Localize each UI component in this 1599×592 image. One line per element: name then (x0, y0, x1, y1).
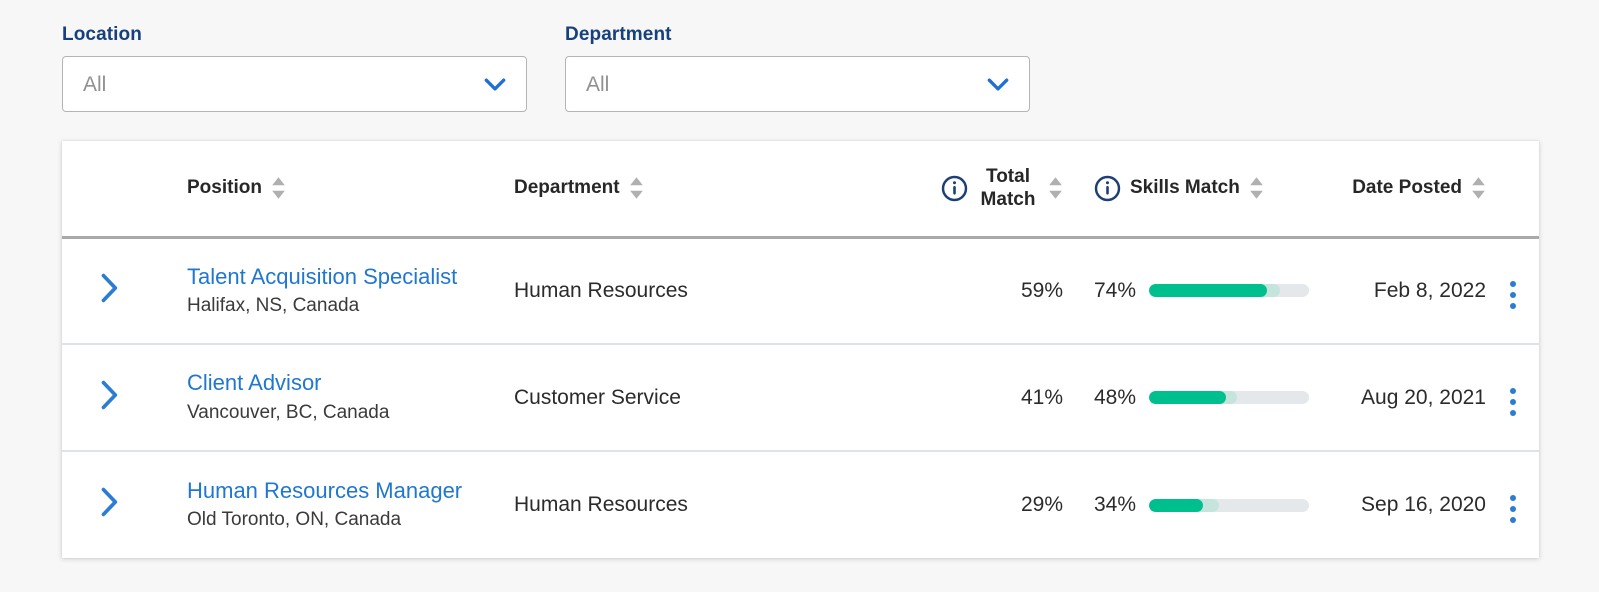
skills-match-progress-bar (1149, 498, 1310, 512)
skills-match-value: 34% (1094, 493, 1137, 516)
position-link[interactable]: Talent Acquisition Specialist (187, 264, 514, 290)
row-date-posted-cell: Aug 20, 2021 (1314, 344, 1486, 452)
table-header: Position Department Total Match Skills M… (62, 141, 1539, 239)
filter-group-location: Location All (62, 24, 527, 112)
skills-match-value: 74% (1094, 278, 1137, 302)
row-date-posted-cell: Sep 16, 2020 (1361, 493, 1486, 516)
row-expand-cell[interactable] (62, 344, 156, 452)
row-total-match-cell: 41% (886, 344, 1082, 452)
row-department-cell: Human Resources (514, 237, 886, 345)
row-department-cell: Customer Service (514, 344, 886, 452)
jobs-table-card: Position Department Total Match Skills M… (62, 141, 1539, 558)
table-body: Talent Acquisition Specialist Halifax, N… (62, 237, 1539, 558)
column-header-department[interactable]: Department (514, 141, 886, 239)
row-total-match-cell: 29% (1020, 493, 1063, 516)
more-vertical-icon[interactable] (1500, 491, 1526, 527)
sort-arrows-icon[interactable] (629, 176, 644, 200)
skills-match-primary-fill (1149, 391, 1226, 404)
position-link[interactable]: Human Resources Manager (187, 478, 514, 504)
row-date-posted-cell: Feb 8, 2022 (1314, 237, 1486, 345)
row-skills-match-cell: 74% (1082, 237, 1314, 345)
location-filter-label: Location (62, 24, 142, 45)
row-department-cell: Human Resources (514, 493, 688, 516)
skills-match-value: 48% (1094, 385, 1137, 409)
more-vertical-icon[interactable] (1500, 384, 1526, 420)
column-header-skills-match-label: Skills Match (1130, 177, 1240, 199)
column-header-date-posted-label: Date Posted (1352, 177, 1462, 199)
row-actions-cell[interactable] (1486, 451, 1539, 558)
location-filter-value: All (83, 72, 107, 96)
row-position-cell: Talent Acquisition Specialist Halifax, N… (156, 237, 514, 345)
table-row: Client Advisor Vancouver, BC, Canada Cus… (62, 344, 1539, 452)
info-circle-icon[interactable] (1094, 175, 1121, 202)
row-position-cell: Client Advisor Vancouver, BC, Canada (156, 344, 514, 452)
row-total-match-cell: 59% (886, 237, 1082, 345)
chevron-right-icon[interactable] (98, 485, 120, 519)
sort-arrows-icon[interactable] (1471, 176, 1486, 200)
jobs-table: Position Department Total Match Skills M… (62, 141, 1539, 558)
column-header-date-posted[interactable]: Date Posted (1314, 141, 1486, 239)
chevron-down-icon (987, 78, 1009, 91)
position-link[interactable]: Client Advisor (187, 370, 514, 396)
sort-arrows-icon[interactable] (271, 176, 286, 200)
table-header-row: Position Department Total Match Skills M… (62, 141, 1539, 239)
column-header-total-match[interactable]: Total Match (886, 141, 1082, 239)
chevron-right-icon[interactable] (98, 378, 120, 412)
position-location: Vancouver, BC, Canada (187, 401, 390, 423)
chevron-right-icon[interactable] (98, 271, 120, 305)
department-filter-label: Department (565, 24, 672, 45)
column-header-expand (62, 141, 156, 239)
more-vertical-icon[interactable] (1500, 277, 1526, 313)
row-position-cell: Human Resources Manager Old Toronto, ON,… (156, 451, 514, 558)
skills-match-primary-fill (1149, 284, 1268, 298)
department-filter-value: All (586, 72, 610, 96)
skills-match-progress-bar (1149, 391, 1310, 404)
row-actions-cell[interactable] (1486, 344, 1539, 452)
column-header-department-label: Department (514, 177, 620, 199)
column-header-position-label: Position (187, 177, 262, 199)
filter-bar: Location All Department All (0, 0, 1599, 112)
department-filter-select[interactable]: All (565, 56, 1030, 112)
skills-match-progress-bar (1149, 284, 1310, 298)
chevron-down-icon (484, 78, 506, 91)
row-skills-match-cell: 48% (1082, 344, 1314, 452)
position-location: Old Toronto, ON, Canada (187, 509, 402, 531)
skills-match-primary-fill (1149, 498, 1204, 512)
column-header-actions (1486, 141, 1539, 239)
column-header-skills-match[interactable]: Skills Match (1082, 141, 1314, 239)
row-skills-match-cell: 34% (1082, 451, 1314, 558)
info-circle-icon[interactable] (941, 175, 968, 202)
row-actions-cell[interactable] (1486, 237, 1539, 345)
row-expand-cell[interactable] (62, 451, 156, 558)
location-filter-select[interactable]: All (62, 56, 527, 112)
position-location: Halifax, NS, Canada (187, 295, 360, 317)
table-row: Talent Acquisition Specialist Halifax, N… (62, 237, 1539, 345)
row-expand-cell[interactable] (62, 237, 156, 345)
column-header-position[interactable]: Position (156, 141, 514, 239)
sort-arrows-icon[interactable] (1048, 176, 1063, 200)
sort-arrows-icon[interactable] (1249, 176, 1264, 200)
column-header-total-match-label: Total Match (980, 165, 1036, 211)
table-row: Human Resources Manager Old Toronto, ON,… (62, 451, 1539, 558)
filter-group-department: Department All (565, 24, 1030, 112)
